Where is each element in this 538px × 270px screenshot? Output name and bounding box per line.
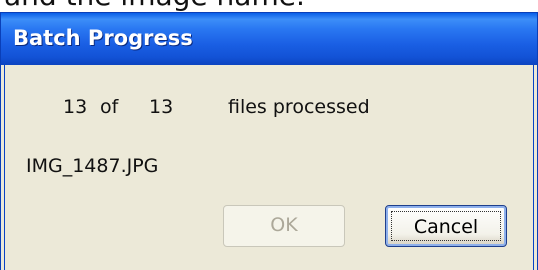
files-processed-label: files processed bbox=[228, 96, 370, 118]
of-label: of bbox=[100, 96, 119, 118]
processed-count: 13 bbox=[63, 96, 88, 118]
background-caption-text: and the image name. bbox=[4, 0, 305, 11]
ok-button[interactable]: OK bbox=[223, 205, 345, 247]
total-count: 13 bbox=[149, 96, 174, 118]
cancel-button[interactable]: Cancel bbox=[385, 205, 507, 247]
dialog-body: 13 of 13 files processed IMG_1487.JPG OK… bbox=[4, 65, 534, 270]
current-file-name: IMG_1487.JPG bbox=[26, 155, 159, 177]
cancel-button-label: Cancel bbox=[391, 211, 501, 241]
dialog-title: Batch Progress bbox=[13, 26, 193, 50]
batch-progress-dialog: Batch Progress 13 of 13 files processed … bbox=[0, 12, 538, 270]
title-bar[interactable]: Batch Progress bbox=[1, 13, 537, 65]
